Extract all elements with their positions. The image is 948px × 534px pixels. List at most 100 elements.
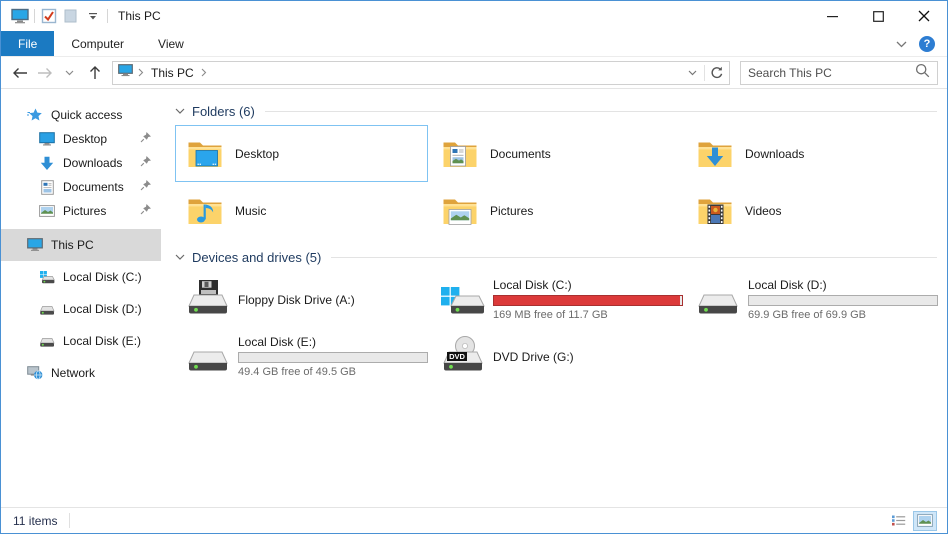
search-icon[interactable] bbox=[915, 63, 930, 83]
folder-tile-music[interactable]: Music bbox=[175, 182, 428, 239]
pictures-folder-icon bbox=[440, 191, 480, 231]
this-pc-icon bbox=[118, 64, 133, 82]
collapse-chevron-icon bbox=[175, 108, 185, 115]
sidebar-item-documents[interactable]: Documents bbox=[1, 175, 161, 199]
tab-file[interactable]: File bbox=[1, 31, 54, 56]
document-icon bbox=[39, 179, 55, 195]
pin-icon bbox=[140, 130, 152, 148]
tab-computer[interactable]: Computer bbox=[54, 31, 141, 56]
drive-name: Local Disk (D:) bbox=[748, 278, 938, 292]
folder-tile-desktop[interactable]: Desktop bbox=[175, 125, 428, 182]
windows-drive-icon bbox=[440, 279, 486, 321]
folder-tile-downloads[interactable]: Downloads bbox=[685, 125, 938, 182]
desktop-folder-icon bbox=[185, 134, 225, 174]
address-bar[interactable]: This PC bbox=[112, 61, 730, 85]
window-controls bbox=[809, 1, 947, 31]
sidebar-item-label: Network bbox=[51, 366, 95, 380]
drive-name: Floppy Disk Drive (A:) bbox=[238, 293, 355, 307]
drive-info: Local Disk (E:) 49.4 GB free of 49.5 GB bbox=[238, 335, 428, 378]
drive-info: Local Disk (C:) 169 MB free of 11.7 GB bbox=[493, 278, 683, 321]
folder-name: Desktop bbox=[235, 147, 279, 161]
sidebar-item-this-pc[interactable]: This PC bbox=[1, 229, 161, 261]
sidebar-item-quick-access[interactable]: Quick access bbox=[1, 103, 161, 127]
quick-access-star-icon bbox=[27, 107, 43, 123]
properties-button[interactable] bbox=[38, 5, 60, 27]
group-title: Devices and drives (5) bbox=[192, 250, 321, 265]
tab-view[interactable]: View bbox=[141, 31, 201, 56]
folders-grid: Desktop Documents Downloads bbox=[175, 125, 945, 239]
titlebar: This PC bbox=[1, 1, 947, 31]
divider bbox=[69, 513, 70, 528]
pin-icon bbox=[140, 202, 152, 220]
minimize-button[interactable] bbox=[809, 1, 855, 31]
drive-name: DVD Drive (G:) bbox=[493, 350, 574, 364]
quick-access-toolbar bbox=[9, 5, 111, 27]
divider bbox=[107, 9, 108, 23]
search-box bbox=[740, 61, 938, 85]
desktop-icon bbox=[39, 131, 55, 147]
address-bar-controls bbox=[680, 62, 729, 84]
documents-folder-icon bbox=[440, 134, 480, 174]
download-arrow-icon bbox=[39, 155, 55, 171]
file-list-area: Folders (6) Desktop Documents bbox=[161, 89, 947, 507]
expand-ribbon-chevron-icon[interactable] bbox=[896, 35, 907, 53]
sidebar-item-downloads[interactable]: Downloads bbox=[1, 151, 161, 175]
folder-tile-documents[interactable]: Documents bbox=[430, 125, 683, 182]
breadcrumb: This PC bbox=[113, 64, 207, 82]
search-input[interactable] bbox=[748, 66, 915, 80]
folder-tile-pictures[interactable]: Pictures bbox=[430, 182, 683, 239]
drive-name: Local Disk (C:) bbox=[493, 278, 683, 292]
refresh-button[interactable] bbox=[705, 62, 729, 84]
help-button[interactable]: ? bbox=[919, 36, 935, 52]
sidebar-item-label: Quick access bbox=[51, 108, 122, 122]
folder-name: Pictures bbox=[490, 204, 533, 218]
up-button[interactable] bbox=[82, 60, 107, 85]
ribbon-tab-row: File Computer View ? bbox=[1, 31, 947, 57]
group-header-rule bbox=[331, 257, 937, 258]
this-pc-icon bbox=[27, 237, 43, 253]
sidebar-item-pictures[interactable]: Pictures bbox=[1, 199, 161, 223]
breadcrumb-item-this-pc[interactable]: This PC bbox=[149, 66, 196, 80]
drive-tile-local-disk-d[interactable]: Local Disk (D:) 69.9 GB free of 69.9 GB bbox=[685, 271, 938, 328]
downloads-folder-icon bbox=[695, 134, 735, 174]
large-icons-view-button[interactable] bbox=[913, 511, 937, 531]
recent-locations-chevron[interactable] bbox=[57, 60, 82, 85]
sidebar-item-label: Local Disk (E:) bbox=[63, 334, 141, 348]
drives-grid: Floppy Disk Drive (A:) Local Disk (C:) 1… bbox=[175, 271, 945, 385]
drive-tile-local-disk-e[interactable]: Local Disk (E:) 49.4 GB free of 49.5 GB bbox=[175, 328, 428, 385]
navigation-pane: Quick access Desktop Downloads bbox=[1, 89, 161, 507]
sidebar-item-label: Desktop bbox=[63, 132, 107, 146]
drive-tile-floppy-a[interactable]: Floppy Disk Drive (A:) bbox=[175, 271, 428, 328]
back-button[interactable] bbox=[7, 60, 32, 85]
drive-icon bbox=[695, 279, 741, 321]
status-bar: 11 items bbox=[1, 507, 947, 533]
sidebar-item-local-disk-c[interactable]: Local Disk (C:) bbox=[1, 261, 161, 293]
sidebar-item-local-disk-e[interactable]: Local Disk (E:) bbox=[1, 325, 161, 357]
app-icon[interactable] bbox=[9, 5, 31, 27]
navigation-bar: This PC bbox=[1, 57, 947, 89]
devices-group-header[interactable]: Devices and drives (5) bbox=[175, 247, 937, 267]
sidebar-item-label: Local Disk (D:) bbox=[63, 302, 142, 316]
free-space-text: 169 MB free of 11.7 GB bbox=[493, 309, 683, 321]
forward-button[interactable] bbox=[32, 60, 57, 85]
item-count: 11 items bbox=[13, 514, 57, 528]
folders-group-header[interactable]: Folders (6) bbox=[175, 101, 937, 121]
maximize-button[interactable] bbox=[855, 1, 901, 31]
view-switcher bbox=[886, 511, 937, 531]
folder-tile-videos[interactable]: Videos bbox=[685, 182, 938, 239]
close-button[interactable] bbox=[901, 1, 947, 31]
sidebar-item-local-disk-d[interactable]: Local Disk (D:) bbox=[1, 293, 161, 325]
drive-name: Local Disk (E:) bbox=[238, 335, 428, 349]
collapse-chevron-icon bbox=[175, 254, 185, 261]
explorer-window: This PC File Computer View ? bbox=[0, 0, 948, 534]
drive-tile-dvd-g[interactable]: DVD DVD Drive (G:) bbox=[430, 328, 683, 385]
customize-toolbar-button[interactable] bbox=[82, 5, 104, 27]
drive-tile-local-disk-c[interactable]: Local Disk (C:) 169 MB free of 11.7 GB bbox=[430, 271, 683, 328]
address-dropdown-chevron[interactable] bbox=[680, 62, 704, 84]
sidebar-item-desktop[interactable]: Desktop bbox=[1, 127, 161, 151]
new-folder-button[interactable] bbox=[60, 5, 82, 27]
pin-icon bbox=[140, 178, 152, 196]
details-view-button[interactable] bbox=[886, 511, 910, 531]
free-space-text: 49.4 GB free of 49.5 GB bbox=[238, 366, 428, 378]
sidebar-item-network[interactable]: Network bbox=[1, 357, 161, 389]
